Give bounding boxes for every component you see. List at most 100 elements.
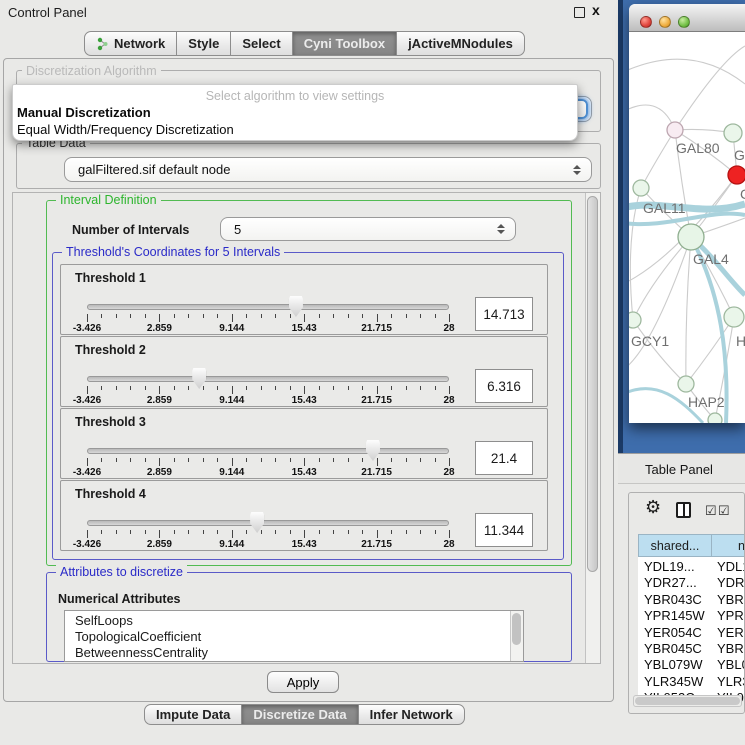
attribute-list-item[interactable]: TopologicalCoefficient xyxy=(65,629,523,645)
threshold-panel-4: Threshold 4-3.4262.8599.14415.4321.71528… xyxy=(60,480,548,551)
tab-label: jActiveMNodules xyxy=(408,36,513,51)
network-window-titlebar[interactable] xyxy=(629,4,745,32)
tab-network[interactable]: Network xyxy=(84,31,177,56)
network-node-g[interactable] xyxy=(724,124,742,142)
vertical-scrollbar[interactable] xyxy=(585,193,600,663)
slider-track[interactable] xyxy=(87,376,449,382)
cell-name[interactable]: YBR0 xyxy=(717,641,745,656)
table-row[interactable]: YDR27... YDR2 xyxy=(638,575,745,592)
slider-track[interactable] xyxy=(87,520,449,526)
network-node-gal11[interactable] xyxy=(633,180,649,196)
network-node-label: GAL4 xyxy=(693,251,729,267)
cell-name[interactable]: YDR2 xyxy=(717,575,745,590)
cell-name[interactable]: YLR3 xyxy=(717,674,745,689)
table-row[interactable]: YBL079W YBL0 xyxy=(638,657,745,674)
tab-discretize-data[interactable]: Discretize Data xyxy=(241,704,358,725)
vertical-scrollbar-thumb[interactable] xyxy=(587,196,598,572)
cell-shared-name[interactable]: YBR043C xyxy=(644,592,702,607)
close-icon[interactable]: x xyxy=(592,2,600,18)
network-node-label: HAP2 xyxy=(688,394,725,410)
select-all-checkbox-icon[interactable]: ☑ xyxy=(705,503,717,519)
table-panel-bar: Table Panel xyxy=(618,453,745,484)
table-row[interactable]: YBR043C YBR0 xyxy=(638,592,745,609)
spinner-arrows-icon[interactable] xyxy=(497,224,505,234)
network-node-gcy1[interactable] xyxy=(629,312,641,328)
tab-impute-data[interactable]: Impute Data xyxy=(144,704,242,725)
tab-label: Discretize Data xyxy=(253,707,346,722)
numerical-attributes-heading: Numerical Attributes xyxy=(58,592,180,606)
network-node-gal80[interactable] xyxy=(667,122,683,138)
cell-name[interactable]: YER0 xyxy=(717,625,745,640)
cell-name[interactable]: YPR1 xyxy=(717,608,745,623)
apply-button[interactable]: Apply xyxy=(267,671,339,693)
column-layout-icon[interactable] xyxy=(676,502,691,518)
number-of-intervals-spinner[interactable]: 5 xyxy=(220,217,516,241)
table-data-combo[interactable]: galFiltered.sif default node xyxy=(64,157,592,182)
table-row[interactable]: YBR045C YBR0 xyxy=(638,641,745,658)
algorithm-option-equal-width[interactable]: Equal Width/Frequency Discretization xyxy=(17,122,234,137)
table-row[interactable]: YDL19... YDL1 xyxy=(638,559,745,576)
list-scrollbar[interactable] xyxy=(510,611,523,661)
threshold-label: Threshold 3 xyxy=(75,415,146,429)
close-traffic-light-icon[interactable] xyxy=(640,16,652,28)
zoom-traffic-light-icon[interactable] xyxy=(678,16,690,28)
float-window-icon[interactable] xyxy=(574,7,585,18)
network-node-h[interactable] xyxy=(724,307,744,327)
node-table[interactable]: shared... n YDL19... YDL1 YDR27... YDR2 YBR0… xyxy=(638,534,745,696)
network-node-label: G xyxy=(734,147,745,163)
combo-spinner-icon[interactable] xyxy=(573,165,581,175)
minimize-traffic-light-icon[interactable] xyxy=(659,16,671,28)
horizontal-scrollbar-thumb[interactable] xyxy=(635,697,740,705)
tab-select[interactable]: Select xyxy=(230,31,292,56)
algorithm-dropdown-popup: Select algorithm to view settings Manual… xyxy=(12,84,578,141)
numerical-attributes-list[interactable]: SelfLoopsTopologicalCoefficientBetweenne… xyxy=(64,610,524,662)
network-canvas[interactable]: GAL80GCGAL11GAL4GCY1HHAP2 xyxy=(629,32,745,423)
network-view-window[interactable]: GAL80GCGAL11GAL4GCY1HHAP2 xyxy=(629,4,745,423)
gear-icon[interactable]: ⚙ xyxy=(645,497,661,518)
cell-shared-name[interactable]: YDL19... xyxy=(644,559,695,574)
tab-cyni-toolbox[interactable]: Cyni Toolbox xyxy=(292,31,397,56)
table-header-shared-name[interactable]: shared... xyxy=(638,534,712,557)
threshold-value-field[interactable]: 11.344 xyxy=(475,513,533,547)
cell-shared-name[interactable]: YPR145W xyxy=(644,608,705,623)
network-node-c[interactable] xyxy=(728,166,745,184)
cell-name[interactable]: YDL1 xyxy=(717,559,745,574)
discretization-algorithm-title: Discretization Algorithm xyxy=(22,64,161,78)
algorithm-option-manual[interactable]: Manual Discretization xyxy=(17,105,151,120)
select-none-checkbox-icon[interactable]: ☑ xyxy=(718,503,730,519)
network-node-hap2[interactable] xyxy=(678,376,694,392)
network-node[interactable] xyxy=(708,413,722,423)
tab-infer-network[interactable]: Infer Network xyxy=(358,704,465,725)
cell-name[interactable]: YBR0 xyxy=(717,592,745,607)
cell-shared-name[interactable]: YBR045C xyxy=(644,641,702,656)
cell-name[interactable]: YBL0 xyxy=(717,657,745,672)
threshold-value-field[interactable]: 6.316 xyxy=(475,369,533,403)
cell-shared-name[interactable]: YLR345W xyxy=(644,674,703,689)
cell-shared-name[interactable]: YER054C xyxy=(644,625,702,640)
tab-label: Style xyxy=(188,36,219,51)
network-node-label: GAL11 xyxy=(643,200,686,216)
attributes-group-title: Attributes to discretize xyxy=(56,565,187,579)
slider-track[interactable] xyxy=(87,304,449,310)
tab-label: Infer Network xyxy=(370,707,453,722)
attribute-list-item[interactable]: SelfLoops xyxy=(65,613,523,629)
table-header-name[interactable]: n xyxy=(712,534,745,557)
threshold-value-field[interactable]: 14.713 xyxy=(475,297,533,331)
network-node-label: C xyxy=(740,186,745,202)
table-row[interactable]: YPR145W YPR1 xyxy=(638,608,745,625)
attribute-list-item[interactable]: BetweennessCentrality xyxy=(65,645,523,661)
algorithm-popup-hint: Select algorithm to view settings xyxy=(13,89,577,103)
slider-track[interactable] xyxy=(87,448,449,454)
network-node-gal4[interactable] xyxy=(678,224,704,250)
threshold-value-field[interactable]: 21.4 xyxy=(475,441,533,475)
horizontal-scrollbar[interactable] xyxy=(633,695,742,707)
table-row[interactable]: YLR345W YLR3 xyxy=(638,674,745,691)
tab-style[interactable]: Style xyxy=(176,31,231,56)
table-row[interactable]: YER054C YER0 xyxy=(638,625,745,642)
tab-jactivemnodules[interactable]: jActiveMNodules xyxy=(396,31,525,56)
tab-label: Network xyxy=(114,36,165,51)
cell-shared-name[interactable]: YBL079W xyxy=(644,657,703,672)
network-node-label: GAL80 xyxy=(676,140,720,156)
cell-shared-name[interactable]: YDR27... xyxy=(644,575,697,590)
list-scrollbar-thumb[interactable] xyxy=(512,613,521,645)
